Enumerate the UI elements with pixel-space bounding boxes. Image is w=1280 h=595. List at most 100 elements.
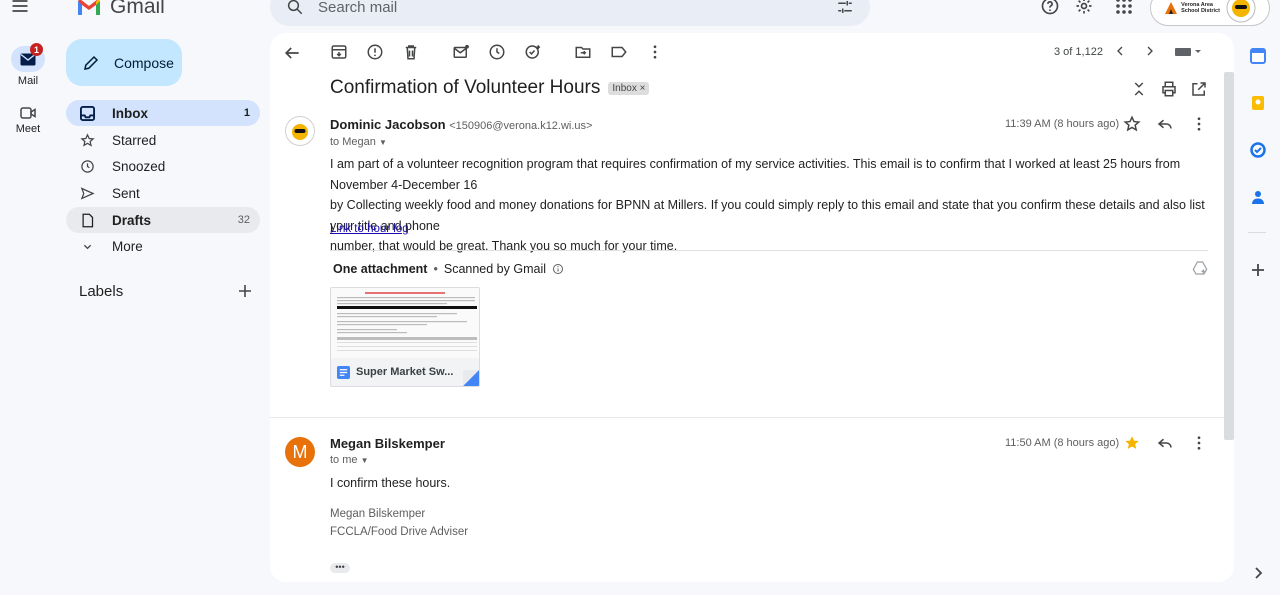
info-icon[interactable] (552, 263, 564, 275)
district-logo: Verona Area School District (1164, 1, 1220, 15)
scrollbar[interactable] (1224, 72, 1234, 440)
sender-avatar[interactable]: M (285, 437, 315, 467)
chevron-down-icon: ▼ (378, 138, 387, 147)
tasks-app-button[interactable] (1250, 142, 1266, 158)
docs-corner-icon (463, 370, 479, 386)
gmail-logo[interactable]: Gmail (76, 0, 165, 19)
message-1-body: I am part of a volunteer recognition pro… (330, 154, 1220, 257)
keep-app-button[interactable] (1250, 95, 1266, 111)
contacts-icon (1252, 191, 1264, 204)
labels-heading: Labels (79, 283, 124, 300)
drafts-count: 32 (237, 214, 250, 226)
report-spam-button[interactable] (366, 43, 386, 63)
subject-text: Confirmation of Volunteer Hours (330, 77, 601, 98)
message-more-button[interactable] (1190, 115, 1210, 135)
get-addons-button[interactable] (1250, 262, 1266, 278)
hamburger-icon (12, 0, 28, 12)
message-1-recipients[interactable]: to Megan ▼ (330, 136, 387, 148)
sender-avatar[interactable] (285, 116, 315, 146)
sidebar-item-label: Snoozed (112, 158, 166, 174)
message-1-sender[interactable]: Dominic Jacobson <150906@verona.k12.wi.u… (330, 117, 592, 132)
older-button[interactable] (1142, 43, 1162, 63)
body-line: I am part of a volunteer recognition pro… (330, 157, 1181, 192)
print-icon (1162, 81, 1176, 97)
archive-icon (331, 45, 347, 59)
calendar-app-button[interactable] (1250, 48, 1266, 64)
archive-button[interactable] (330, 43, 350, 63)
sidebar-item-more[interactable]: More (66, 233, 260, 259)
sidebar-item-starred[interactable]: Starred (66, 127, 260, 153)
attachment-card[interactable]: Super Market Sw... (330, 287, 480, 387)
message-2-recipients[interactable]: to me ▼ (330, 454, 369, 466)
clock-icon (80, 159, 98, 174)
star-button[interactable] (1123, 115, 1143, 135)
filter-options-icon[interactable] (836, 0, 854, 16)
add-to-drive-button[interactable] (1192, 260, 1212, 280)
google-apps-button[interactable] (1112, 0, 1136, 18)
create-label-button[interactable] (236, 282, 254, 300)
rail-mail-pill[interactable]: 1 (11, 43, 45, 72)
message-1-time: 11:39 AM (8 hours ago) (1005, 118, 1120, 130)
print-button[interactable] (1160, 80, 1180, 100)
add-to-tasks-button[interactable] (524, 43, 544, 63)
more-actions-button[interactable] (646, 43, 666, 63)
rail-mail[interactable]: 1 Mail (0, 43, 56, 87)
show-side-panel-button[interactable] (1250, 565, 1266, 581)
reply-icon (1157, 119, 1172, 129)
sidebar-item-label: Drafts (112, 212, 152, 228)
message-more-button[interactable] (1190, 434, 1210, 454)
scan-status: Scanned by Gmail (443, 262, 546, 276)
move-to-button[interactable] (574, 43, 594, 63)
app-name: Gmail (110, 0, 165, 18)
open-new-window-button[interactable] (1190, 80, 1210, 100)
star-filled-icon (1125, 436, 1139, 449)
settings-button[interactable] (1072, 0, 1096, 18)
input-tools-button[interactable] (1174, 43, 1202, 63)
collapse-all-button[interactable] (1130, 80, 1150, 100)
drive-add-icon (1192, 261, 1208, 275)
show-trimmed-content-button[interactable]: ••• (330, 563, 350, 573)
message-2-sender[interactable]: Megan Bilskemper (330, 436, 445, 451)
profile-avatar-icon[interactable] (1226, 0, 1256, 23)
mark-unread-button[interactable] (452, 43, 472, 63)
chevron-left-icon (1117, 46, 1123, 56)
pagination-count: 3 of 1,122 (1054, 46, 1103, 58)
labels-button[interactable] (610, 43, 630, 63)
reply-button[interactable] (1156, 115, 1176, 135)
sidebar-item-drafts[interactable]: Drafts 32 (66, 207, 260, 233)
hour-log-link[interactable]: Link to hour log (330, 223, 409, 235)
reply-button[interactable] (1156, 434, 1176, 454)
rail-meet[interactable]: Meet (0, 106, 56, 135)
sender-name: Megan Bilskemper (330, 436, 445, 451)
main-menu-button[interactable] (6, 0, 34, 20)
sidebar-item-label: More (112, 238, 143, 254)
sidebar-item-snoozed[interactable]: Snoozed (66, 153, 260, 179)
pencil-icon (84, 55, 99, 70)
newer-button[interactable] (1112, 43, 1132, 63)
compose-button[interactable]: Compose (66, 39, 182, 86)
star-button[interactable] (1123, 434, 1143, 454)
search-bar[interactable]: Search mail (270, 0, 870, 26)
gear-icon (1076, 0, 1092, 14)
document-preview-icon (337, 292, 477, 351)
search-icon[interactable] (286, 0, 304, 16)
sidebar-item-label: Starred (112, 132, 157, 148)
help-button[interactable] (1038, 0, 1062, 18)
delete-button[interactable] (402, 43, 422, 63)
attachments-header: One attachment • Scanned by Gmail (333, 262, 564, 276)
contacts-app-button[interactable] (1250, 189, 1266, 205)
attachment-count: One attachment (333, 262, 428, 276)
sidebar-item-sent[interactable]: Sent (66, 180, 260, 206)
sidebar-item-label: Sent (112, 185, 140, 201)
mark-unread-icon (453, 44, 469, 58)
recipient-text: to Megan (330, 136, 376, 148)
snooze-button[interactable] (488, 43, 508, 63)
inbox-label-chip[interactable]: Inbox × (608, 81, 650, 95)
account-switcher[interactable]: Verona Area School District (1150, 0, 1270, 26)
sidebar-item-inbox[interactable]: Inbox 1 (66, 100, 260, 126)
search-input[interactable]: Search mail (318, 0, 836, 16)
clock-icon (489, 44, 505, 60)
help-icon (1041, 0, 1059, 15)
divider (330, 250, 1208, 251)
back-button[interactable] (282, 43, 302, 63)
